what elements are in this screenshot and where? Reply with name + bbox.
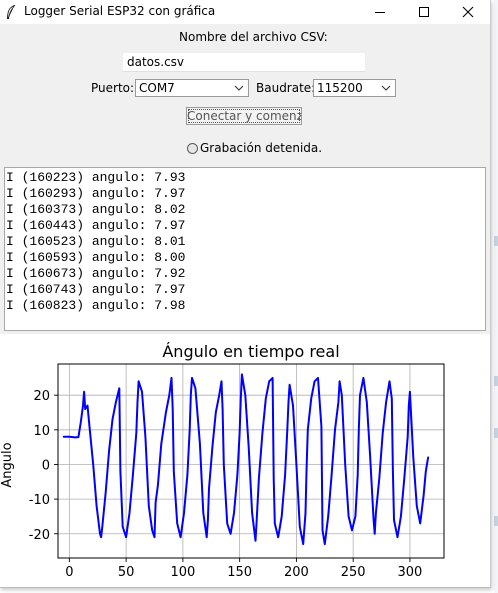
filename-input[interactable] bbox=[123, 53, 357, 71]
log-line: I (160523) angulo: 8.01 bbox=[6, 234, 186, 249]
log-line: I (160223) angulo: 7.93 bbox=[6, 170, 186, 185]
title-bar[interactable]: Logger Serial ESP32 con gráfica bbox=[0, 0, 490, 24]
log-line: I (160293) angulo: 7.97 bbox=[6, 186, 186, 201]
app-window: Logger Serial ESP32 con gráfica Nombre d… bbox=[0, 0, 491, 588]
port-combobox[interactable]: COM7 bbox=[135, 79, 249, 97]
close-icon bbox=[462, 6, 474, 18]
serial-log-textbox[interactable]: I (160223) angulo: 7.93 I (160293) angulo… bbox=[4, 167, 486, 331]
log-line: I (160743) angulo: 7.97 bbox=[6, 282, 186, 297]
filename-label: Nombre del archivo CSV: bbox=[179, 30, 328, 44]
y-tick-label: -20 bbox=[29, 528, 50, 543]
baud-value: 115200 bbox=[317, 81, 363, 95]
log-line: I (160823) angulo: 7.98 bbox=[6, 298, 186, 313]
port-value: COM7 bbox=[139, 81, 175, 95]
plot-area: 0 50 100 150 200 250 300 -20 -10 0 10 20 Ángulo en t… bbox=[0, 334, 490, 587]
baud-label: Baudrate: bbox=[256, 81, 316, 95]
y-tick-label: -10 bbox=[29, 493, 50, 508]
window-title: Logger Serial ESP32 con gráfica bbox=[24, 4, 216, 18]
feather-app-icon bbox=[7, 5, 16, 19]
close-button[interactable] bbox=[446, 0, 490, 24]
angle-chart: 0 50 100 150 200 250 300 -20 -10 0 10 20 Ángulo en t… bbox=[0, 342, 445, 580]
maximize-button[interactable] bbox=[402, 0, 446, 24]
log-line: I (160443) angulo: 7.97 bbox=[6, 218, 186, 233]
connect-button[interactable]: Conectar y comenzar bbox=[186, 107, 302, 125]
plot-background bbox=[58, 364, 444, 558]
chart-title: Ángulo en tiempo real bbox=[162, 342, 339, 361]
background-page-edge bbox=[494, 0, 498, 593]
y-tick-label: 20 bbox=[33, 389, 50, 404]
log-line: I (160593) angulo: 8.00 bbox=[6, 250, 186, 265]
maximize-icon bbox=[419, 7, 429, 17]
x-tick-label: 0 bbox=[65, 565, 73, 580]
log-line: I (160373) angulo: 8.02 bbox=[6, 202, 186, 217]
recording-status-radio[interactable] bbox=[187, 143, 198, 154]
x-tick-label: 200 bbox=[284, 565, 309, 580]
chevron-down-icon[interactable] bbox=[234, 84, 244, 92]
filename-field[interactable] bbox=[122, 52, 366, 72]
form-area: Nombre del archivo CSV: Puerto: COM7 Bau… bbox=[0, 24, 490, 334]
y-axis-label: Angulo bbox=[0, 442, 15, 487]
connect-button-label: Conectar y comenzar bbox=[187, 109, 302, 123]
port-label: Puerto: bbox=[91, 81, 135, 95]
chevron-down-icon[interactable] bbox=[381, 84, 391, 92]
x-tick-label: 50 bbox=[118, 565, 135, 580]
x-tick-label: 150 bbox=[227, 565, 252, 580]
y-tick-label: 0 bbox=[42, 458, 50, 473]
baud-combobox[interactable]: 115200 bbox=[313, 79, 396, 97]
log-lines: I (160223) angulo: 7.93 I (160293) angulo… bbox=[5, 170, 185, 314]
minimize-button[interactable] bbox=[358, 0, 402, 24]
x-tick-label: 250 bbox=[341, 565, 366, 580]
log-line: I (160673) angulo: 7.92 bbox=[6, 266, 186, 281]
y-tick-label: 10 bbox=[33, 424, 50, 439]
recording-status-text: Grabación detenida. bbox=[200, 141, 323, 155]
minimize-icon bbox=[375, 12, 385, 13]
x-tick-label: 300 bbox=[398, 565, 423, 580]
x-tick-label: 100 bbox=[170, 565, 195, 580]
